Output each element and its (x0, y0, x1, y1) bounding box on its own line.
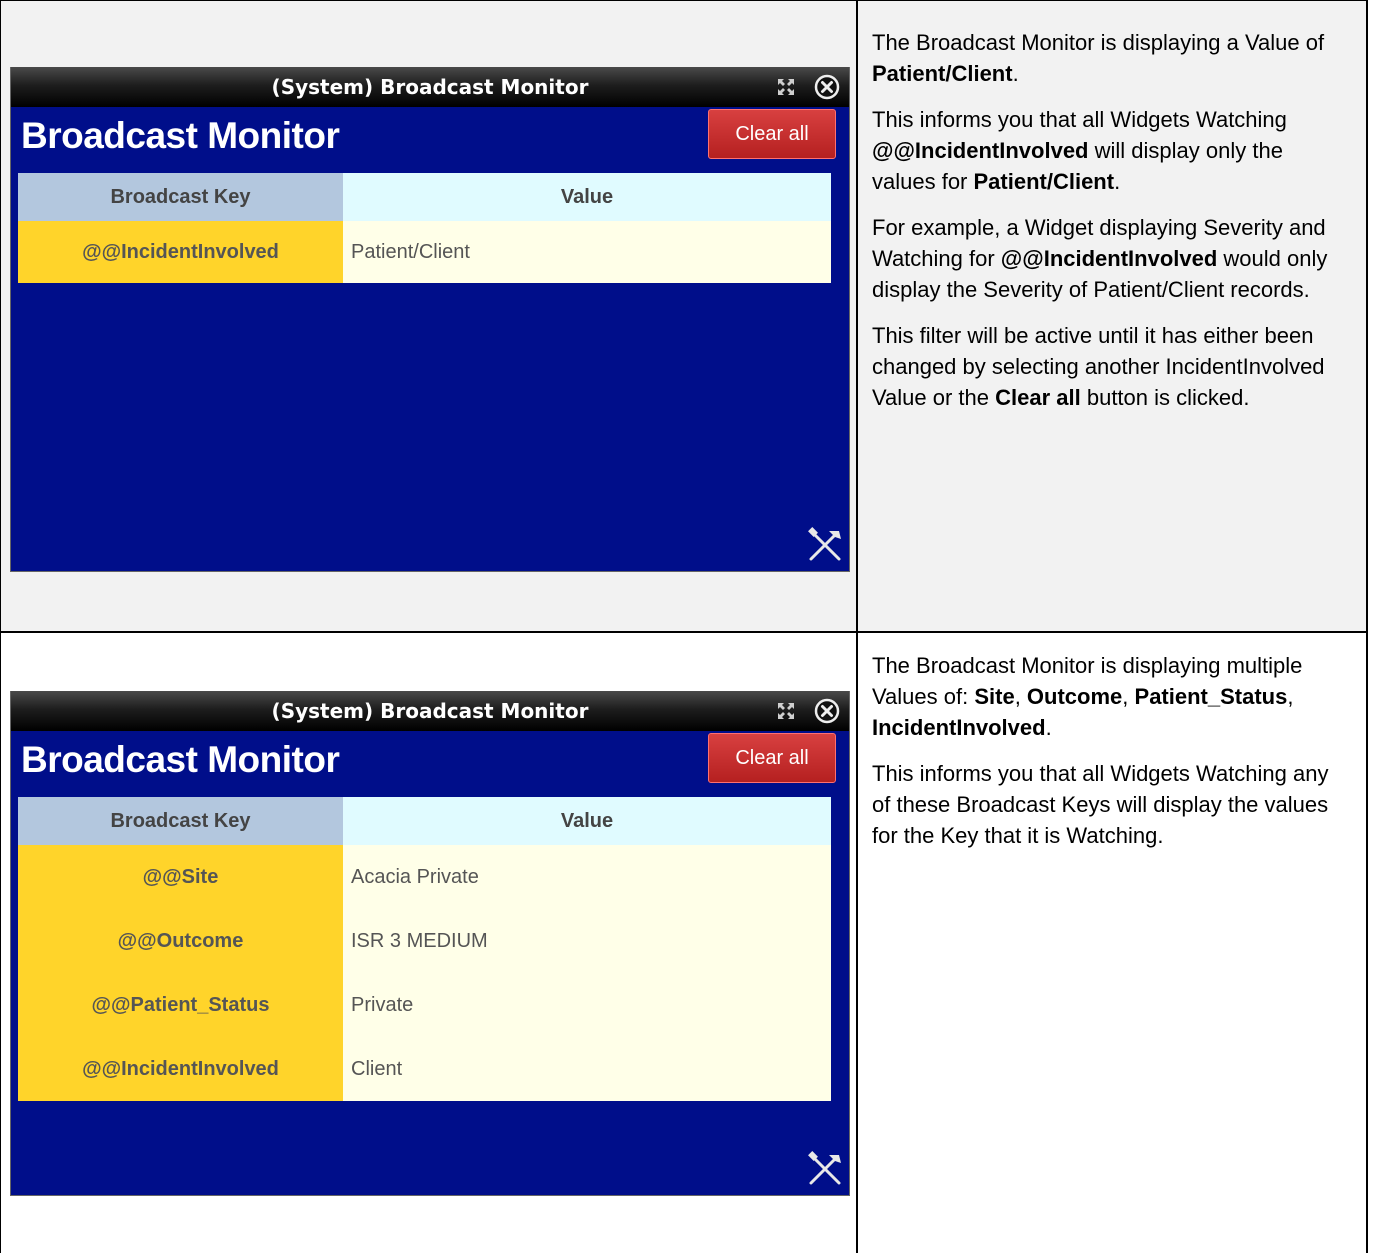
window-titlebar[interactable]: (System) Broadcast Monitor (11, 691, 849, 731)
broadcast-value-cell: Private (343, 973, 831, 1037)
description-paragraph: The Broadcast Monitor is displaying a Va… (872, 27, 1352, 89)
broadcast-key-cell: @@Site (18, 845, 343, 909)
desc-text: , (1014, 684, 1027, 709)
desc-text: The Broadcast Monitor is displaying a Va… (872, 30, 1325, 55)
window-titlebar[interactable]: (System) Broadcast Monitor (11, 67, 849, 107)
clear-all-button[interactable]: Clear all (708, 733, 836, 783)
column-header-value[interactable]: Value (343, 797, 831, 845)
desc-bold: Site (974, 684, 1015, 709)
broadcast-table: Broadcast Key Value @@Site Acacia Privat… (18, 797, 831, 1101)
desc-text: . (1045, 715, 1052, 740)
table-border-right (1366, 0, 1368, 632)
table-header-row: Broadcast Key Value (18, 797, 831, 845)
broadcast-table: Broadcast Key Value @@IncidentInvolved P… (18, 173, 831, 283)
table-row[interactable]: @@Outcome ISR 3 MEDIUM (18, 909, 831, 973)
table-row[interactable]: @@IncidentInvolved Patient/Client (18, 221, 831, 283)
desc-bold: @@IncidentInvolved (1000, 246, 1218, 271)
table-header-row: Broadcast Key Value (18, 173, 831, 221)
broadcast-monitor-widget-top: (System) Broadcast Monitor Broadcast Mon… (10, 67, 850, 572)
window-title: (System) Broadcast Monitor (271, 75, 589, 99)
broadcast-monitor-widget-bottom: (System) Broadcast Monitor Broadcast Mon… (10, 691, 850, 1196)
column-header-broadcast-key[interactable]: Broadcast Key (18, 173, 343, 221)
broadcast-value-cell: ISR 3 MEDIUM (343, 909, 831, 973)
desc-bold: Clear all (995, 385, 1081, 410)
desc-bold: Patient_Status (1134, 684, 1288, 709)
column-header-broadcast-key[interactable]: Broadcast Key (18, 797, 343, 845)
description-paragraph: This informs you that all Widgets Watchi… (872, 104, 1352, 197)
expand-icon[interactable] (777, 702, 795, 720)
desc-text: . (1012, 61, 1019, 86)
tools-icon[interactable] (805, 1149, 845, 1189)
desc-bold: Patient/Client (872, 61, 1013, 86)
description-paragraph: This filter will be active until it has … (872, 320, 1352, 413)
table-border-right-bottom (1366, 632, 1368, 1253)
table-row[interactable]: @@Site Acacia Private (18, 845, 831, 909)
desc-text: This informs you that all Widgets Watchi… (872, 761, 1329, 848)
desc-bold: @@IncidentInvolved (872, 138, 1089, 163)
description-bottom: The Broadcast Monitor is displaying mult… (872, 650, 1352, 866)
close-icon[interactable] (813, 697, 841, 725)
desc-text: , (1122, 684, 1135, 709)
table-border-top (0, 0, 1368, 1)
widget-heading: Broadcast Monitor (21, 115, 340, 156)
desc-bold: Outcome (1026, 684, 1123, 709)
column-header-value[interactable]: Value (343, 173, 831, 221)
desc-bold: Patient/Client (973, 169, 1115, 194)
broadcast-key-cell: @@Outcome (18, 909, 343, 973)
table-border-middle (856, 0, 858, 1253)
desc-text: This informs you that all Widgets Watchi… (872, 107, 1287, 132)
tools-icon[interactable] (805, 525, 845, 565)
broadcast-key-cell: @@IncidentInvolved (18, 221, 343, 283)
desc-text: button is clicked. (1080, 385, 1250, 410)
window-title: (System) Broadcast Monitor (271, 699, 589, 723)
description-paragraph: This informs you that all Widgets Watchi… (872, 758, 1352, 851)
broadcast-value-cell: Acacia Private (343, 845, 831, 909)
broadcast-value-cell: Patient/Client (343, 221, 831, 283)
desc-bold: IncidentInvolved (872, 715, 1046, 740)
table-row-divider (0, 631, 1368, 633)
expand-icon[interactable] (777, 78, 795, 96)
table-row[interactable]: @@IncidentInvolved Client (18, 1037, 831, 1101)
table-border-left (0, 0, 1, 1253)
widget-heading: Broadcast Monitor (21, 739, 340, 780)
broadcast-value-cell: Client (343, 1037, 831, 1101)
description-paragraph: The Broadcast Monitor is displaying mult… (872, 650, 1352, 743)
broadcast-key-cell: @@IncidentInvolved (18, 1037, 343, 1101)
desc-text: , (1287, 684, 1294, 709)
description-top: The Broadcast Monitor is displaying a Va… (872, 27, 1352, 428)
table-row[interactable]: @@Patient_Status Private (18, 973, 831, 1037)
description-paragraph: For example, a Widget displaying Severit… (872, 212, 1352, 305)
desc-text: . (1114, 169, 1121, 194)
close-icon[interactable] (813, 73, 841, 101)
broadcast-key-cell: @@Patient_Status (18, 973, 343, 1037)
clear-all-button[interactable]: Clear all (708, 109, 836, 159)
